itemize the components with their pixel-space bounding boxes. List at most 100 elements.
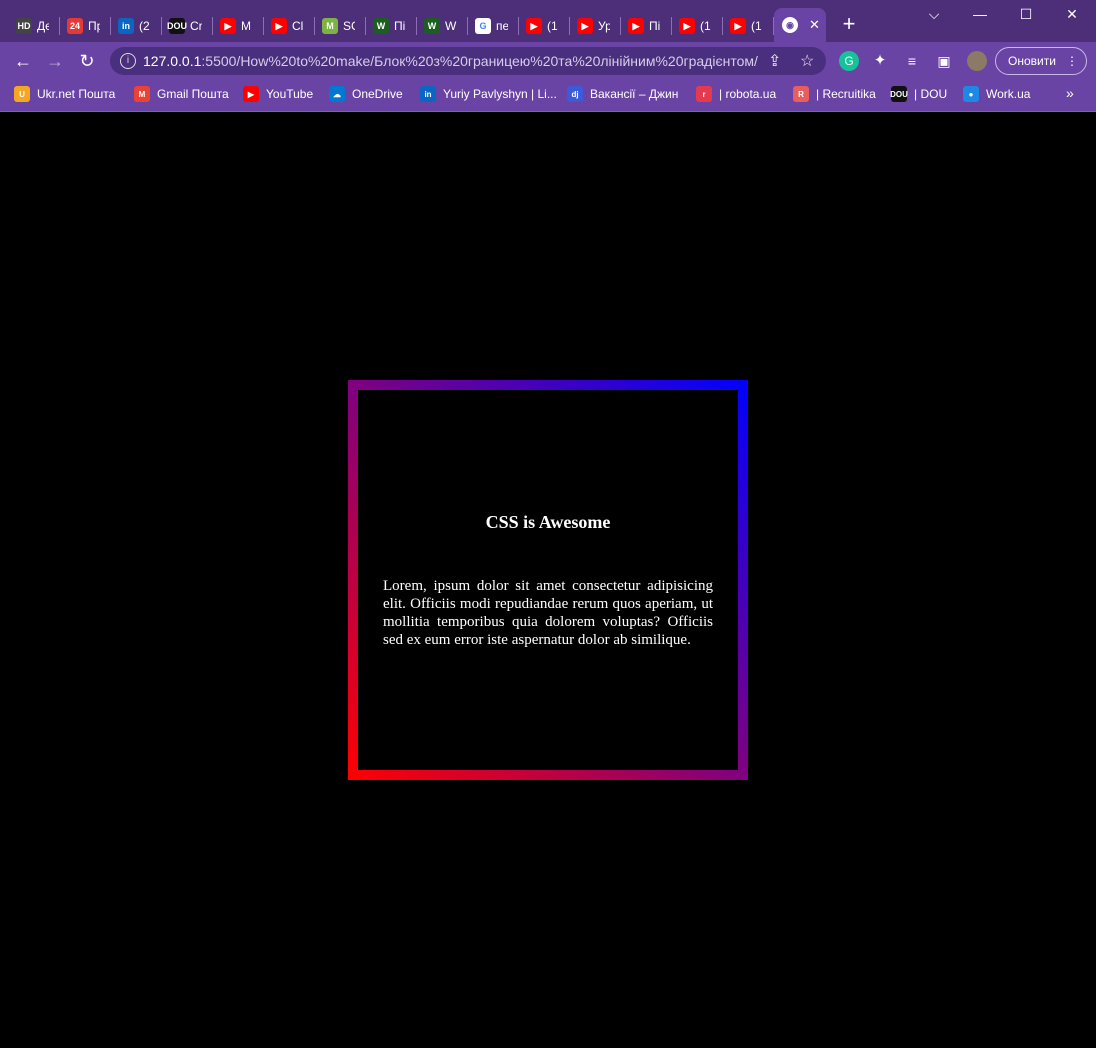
- m-icon: M: [322, 18, 338, 34]
- tab-item[interactable]: W Пі: [373, 10, 406, 42]
- bookmark-item[interactable]: ☁ OneDrive: [329, 86, 403, 102]
- tab-label: Cl: [292, 19, 304, 33]
- tab-item[interactable]: in (2: [118, 10, 151, 42]
- tab-separator: [467, 17, 468, 35]
- tab-item[interactable]: ▶ (1: [526, 10, 559, 42]
- bookmark-item[interactable]: U Ukr.net Пошта: [14, 86, 115, 102]
- tab-separator: [314, 17, 315, 35]
- tab-item[interactable]: ▶ (1: [730, 10, 763, 42]
- tab-label: SC: [343, 19, 355, 33]
- tab-label: Ур: [598, 19, 610, 33]
- tab-item[interactable]: WW: [424, 10, 457, 42]
- site-info-icon[interactable]: i: [120, 53, 136, 69]
- onedrive-icon: ☁: [329, 86, 345, 102]
- tab-separator: [365, 17, 366, 35]
- 24-icon: 24: [67, 18, 83, 34]
- tab-separator: [212, 17, 213, 35]
- bookmark-label: Work.ua: [986, 87, 1031, 101]
- bookmark-item[interactable]: ▶ YouTube: [243, 86, 313, 102]
- bookmark-item[interactable]: DOU | DOU: [890, 86, 948, 102]
- box-title: CSS is Awesome: [485, 511, 611, 532]
- tab-item[interactable]: DOU Cr: [167, 10, 202, 42]
- tab-label: (1: [751, 19, 762, 33]
- tab-label: (2: [139, 19, 150, 33]
- dou-icon: DOU: [167, 18, 187, 34]
- bookmark-item[interactable]: r | robota.ua: [696, 86, 776, 102]
- tab-search-icon[interactable]: ⌵: [920, 6, 948, 23]
- youtube-icon: ▶: [628, 18, 644, 34]
- tab-item[interactable]: ▶ (1: [679, 10, 712, 42]
- new-tab-button[interactable]: +: [838, 12, 860, 36]
- tab-label: (1: [547, 19, 558, 33]
- more-menu-icon[interactable]: ⋮: [1066, 48, 1078, 74]
- tab-item[interactable]: M SC: [322, 10, 355, 42]
- bookmark-label: | DOU: [914, 87, 948, 101]
- bookmark-item[interactable]: in Yuriy Pavlyshyn | Li...: [420, 86, 557, 102]
- tab-item[interactable]: ▶ M: [220, 10, 253, 42]
- toolbar: ← → ↻ i 127.0.0.1:5500/How%20to%20make/Б…: [0, 42, 1096, 80]
- tab-label: пе: [496, 19, 508, 33]
- update-button-label: Оновити: [1008, 54, 1056, 68]
- tab-separator: [773, 17, 774, 35]
- avatar[interactable]: [967, 51, 987, 71]
- google-icon: G: [475, 18, 491, 34]
- youtube-icon: ▶: [577, 18, 593, 34]
- ukrnet-icon: U: [14, 86, 30, 102]
- globe-icon: ◉: [782, 17, 798, 33]
- tab-item[interactable]: ▶ Ур: [577, 10, 610, 42]
- bookmark-label: Yuriy Pavlyshyn | Li...: [443, 87, 557, 101]
- tab-label: Cr: [190, 19, 202, 33]
- tab-separator: [722, 17, 723, 35]
- tab-label: Пі: [394, 19, 406, 33]
- tab-separator: [671, 17, 672, 35]
- youtube-icon: ▶: [526, 18, 542, 34]
- bookmark-label: OneDrive: [352, 87, 403, 101]
- close-window-button[interactable]: ✕: [1058, 6, 1086, 23]
- bookmarks-bar: » U Ukr.net Пошта M Gmail Пошта ▶ YouTube ☁ One…: [0, 80, 1096, 112]
- minimize-button[interactable]: —: [966, 6, 994, 22]
- extensions-icon[interactable]: ✦: [870, 51, 890, 71]
- w-icon: W: [424, 18, 440, 34]
- bookmark-label: Вакансії – Джин: [590, 87, 679, 101]
- tab-item[interactable]: ▶ Пі: [628, 10, 661, 42]
- back-button[interactable]: ←: [10, 49, 36, 73]
- box-paragraph: Lorem, ipsum dolor sit amet consectetur …: [383, 577, 713, 648]
- gradient-border-box: CSS is Awesome Lorem, ipsum dolor sit am…: [348, 380, 748, 780]
- youtube-icon: ▶: [730, 18, 746, 34]
- maximize-button[interactable]: ☐: [1012, 6, 1040, 23]
- media-control-icon[interactable]: ≡: [902, 51, 922, 71]
- url-text[interactable]: 127.0.0.1:5500/How%20to%20make/Блок%20з%…: [143, 53, 758, 69]
- gmail-icon: M: [134, 86, 150, 102]
- youtube-icon: ▶: [679, 18, 695, 34]
- tab-separator: [620, 17, 621, 35]
- robota-icon: r: [696, 86, 712, 102]
- bookmark-item[interactable]: M Gmail Пошта: [134, 86, 229, 102]
- bookmark-label: | robota.ua: [719, 87, 777, 101]
- bookmark-item[interactable]: ● Work.ua: [963, 86, 1030, 102]
- tab-separator: [569, 17, 570, 35]
- bookmark-star-icon[interactable]: ☆: [800, 51, 814, 71]
- reload-button[interactable]: ↻: [74, 49, 100, 73]
- bookmark-label: | Recruitika: [816, 87, 876, 101]
- tab-close-icon[interactable]: ✕: [809, 17, 820, 33]
- tab-item[interactable]: HD Дє: [16, 10, 49, 42]
- share-icon[interactable]: ⇪: [768, 51, 781, 71]
- tab-item[interactable]: 24 Пр: [67, 10, 100, 42]
- update-button[interactable]: Оновити ⋮: [995, 47, 1087, 75]
- tab-label: (1: [700, 19, 711, 33]
- workua-icon: ●: [963, 86, 979, 102]
- page-viewport: CSS is Awesome Lorem, ipsum dolor sit am…: [0, 112, 1096, 1048]
- side-panel-icon[interactable]: ▣: [934, 51, 954, 71]
- grammarly-icon[interactable]: G: [839, 51, 859, 71]
- youtube-icon: ▶: [243, 86, 259, 102]
- tab-separator: [59, 17, 60, 35]
- tab-active[interactable]: ◉ ✕: [774, 8, 826, 42]
- bookmark-item[interactable]: R | Recruitika: [793, 86, 876, 102]
- tab-item[interactable]: ▶ Cl: [271, 10, 304, 42]
- address-bar[interactable]: i 127.0.0.1:5500/How%20to%20make/Блок%20…: [110, 47, 826, 75]
- forward-button[interactable]: →: [42, 49, 68, 73]
- bookmark-item[interactable]: dj Вакансії – Джин: [567, 86, 678, 102]
- tab-label: M: [241, 19, 251, 33]
- bookmarks-more-icon[interactable]: »: [1066, 85, 1074, 101]
- tab-item[interactable]: Gпе: [475, 10, 508, 42]
